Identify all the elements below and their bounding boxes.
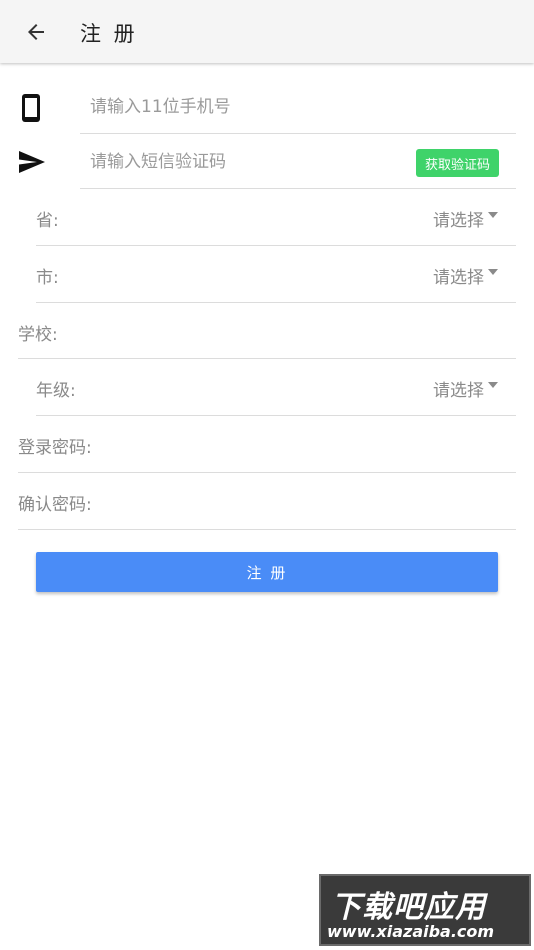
divider xyxy=(18,358,516,359)
school-input[interactable] xyxy=(80,318,510,344)
app-bar: 注 册 xyxy=(0,0,534,63)
phone-icon xyxy=(22,94,40,122)
watermark-logo: 下载吧应用 www.xiazaiba.com xyxy=(319,874,531,946)
divider xyxy=(80,133,516,134)
confirm-password-input[interactable] xyxy=(112,488,512,514)
divider xyxy=(36,245,516,246)
dropdown-caret-icon xyxy=(488,382,498,388)
divider xyxy=(18,529,516,530)
back-button[interactable] xyxy=(20,16,52,48)
dropdown-caret-icon xyxy=(488,269,498,275)
password-label: 登录密码: xyxy=(18,438,92,458)
watermark-title: 下载吧应用 xyxy=(331,890,486,925)
school-label: 学校: xyxy=(18,325,58,345)
register-button[interactable]: 注 册 xyxy=(36,552,498,592)
sms-code-input[interactable] xyxy=(90,149,405,175)
divider xyxy=(36,302,516,303)
arrow-left-icon xyxy=(28,24,44,40)
divider xyxy=(36,415,516,416)
divider xyxy=(80,188,516,189)
password-input[interactable] xyxy=(112,431,512,457)
province-select[interactable]: 请选择 xyxy=(433,206,484,231)
get-code-button[interactable]: 获取验证码 xyxy=(416,149,499,177)
province-label: 省: xyxy=(36,211,59,231)
dropdown-caret-icon xyxy=(488,212,498,218)
watermark-url: www.xiazaiba.com xyxy=(327,922,495,941)
grade-label: 年级: xyxy=(36,381,76,401)
divider xyxy=(18,472,516,473)
city-select[interactable]: 请选择 xyxy=(433,263,484,288)
confirm-password-label: 确认密码: xyxy=(18,495,92,515)
send-icon xyxy=(19,151,45,173)
grade-select[interactable]: 请选择 xyxy=(433,376,484,401)
city-label: 市: xyxy=(36,268,59,288)
page-title: 注 册 xyxy=(80,22,138,46)
phone-input[interactable] xyxy=(90,94,510,120)
